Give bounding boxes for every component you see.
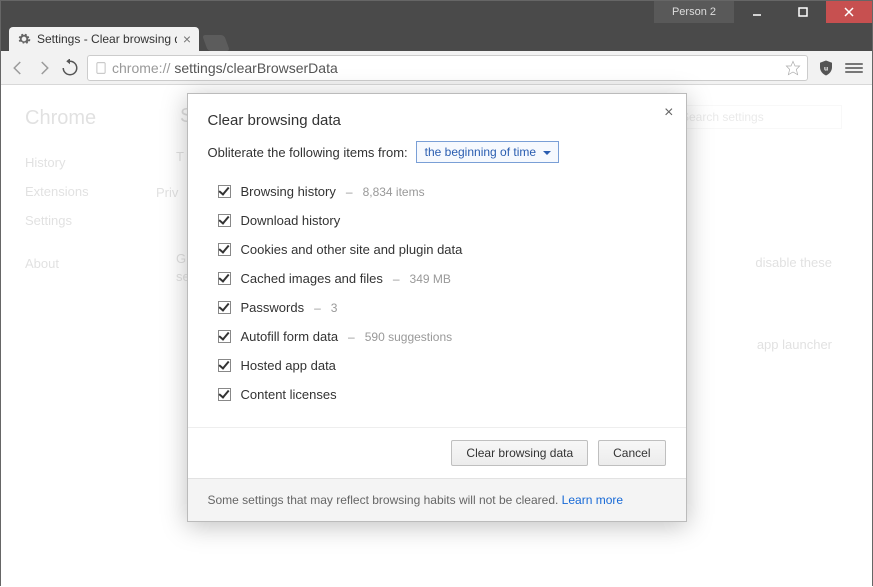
dialog-title: Clear browsing data bbox=[188, 94, 686, 141]
checkbox[interactable] bbox=[218, 301, 231, 314]
clear-data-item: Passwords–3 bbox=[208, 293, 666, 322]
maximize-button[interactable] bbox=[780, 1, 826, 23]
item-label: Cookies and other site and plugin data bbox=[241, 242, 463, 257]
clear-data-item: Autofill form data–590 suggestions bbox=[208, 322, 666, 351]
item-label: Content licenses bbox=[241, 387, 337, 402]
window-titlebar: Person 2 bbox=[1, 1, 872, 23]
svg-text:u: u bbox=[824, 65, 828, 72]
new-tab-button[interactable] bbox=[202, 35, 230, 51]
page-icon bbox=[94, 61, 108, 75]
bookmark-star-icon[interactable] bbox=[785, 60, 801, 76]
checkbox[interactable] bbox=[218, 243, 231, 256]
learn-more-link[interactable]: Learn more bbox=[562, 493, 623, 507]
profile-label: Person 2 bbox=[672, 6, 716, 18]
window-close-button[interactable] bbox=[826, 1, 872, 23]
address-bar[interactable]: chrome://settings/clearBrowserData bbox=[87, 55, 808, 81]
checkbox[interactable] bbox=[218, 272, 231, 285]
checkbox[interactable] bbox=[218, 330, 231, 343]
item-meta: 8,834 items bbox=[363, 185, 425, 199]
checkbox[interactable] bbox=[218, 185, 231, 198]
hamburger-icon bbox=[845, 61, 863, 75]
minimize-button[interactable] bbox=[734, 1, 780, 23]
item-meta: 349 MB bbox=[410, 272, 451, 286]
clear-data-item: Hosted app data bbox=[208, 351, 666, 380]
clear-browsing-data-dialog: × Clear browsing data Obliterate the fol… bbox=[187, 93, 687, 522]
tab-close-icon[interactable]: × bbox=[183, 32, 191, 46]
forward-button[interactable] bbox=[35, 59, 53, 77]
browser-toolbar: chrome://settings/clearBrowserData u bbox=[1, 51, 872, 85]
item-label: Hosted app data bbox=[241, 358, 336, 373]
clear-data-item: Content licenses bbox=[208, 380, 666, 409]
clear-browsing-data-button[interactable]: Clear browsing data bbox=[451, 440, 588, 466]
back-button[interactable] bbox=[9, 59, 27, 77]
checkbox[interactable] bbox=[218, 388, 231, 401]
dialog-prompt: Obliterate the following items from: bbox=[208, 145, 408, 160]
cancel-button[interactable]: Cancel bbox=[598, 440, 665, 466]
item-label: Autofill form data bbox=[241, 329, 339, 344]
profile-button[interactable]: Person 2 bbox=[654, 1, 734, 23]
item-meta: 590 suggestions bbox=[365, 330, 452, 344]
menu-button[interactable] bbox=[844, 58, 864, 78]
clear-data-item: Browsing history–8,834 items bbox=[208, 177, 666, 206]
gear-icon bbox=[17, 32, 31, 46]
tab-strip: Settings - Clear browsing d × bbox=[1, 23, 872, 51]
url-path: settings/clearBrowserData bbox=[174, 60, 337, 76]
clear-data-item: Cookies and other site and plugin data bbox=[208, 235, 666, 264]
tab-title: Settings - Clear browsing d bbox=[37, 32, 177, 46]
clear-data-item: Cached images and files–349 MB bbox=[208, 264, 666, 293]
item-meta: 3 bbox=[331, 301, 338, 315]
checkbox[interactable] bbox=[218, 214, 231, 227]
url-protocol: chrome:// bbox=[112, 60, 170, 76]
item-label: Passwords bbox=[241, 300, 305, 315]
browser-tab[interactable]: Settings - Clear browsing d × bbox=[9, 27, 199, 51]
reload-button[interactable] bbox=[61, 59, 79, 77]
footer-text: Some settings that may reflect browsing … bbox=[208, 493, 562, 507]
modal-overlay: × Clear browsing data Obliterate the fol… bbox=[1, 85, 872, 587]
dialog-footer: Some settings that may reflect browsing … bbox=[188, 478, 686, 521]
item-label: Download history bbox=[241, 213, 341, 228]
item-label: Cached images and files bbox=[241, 271, 383, 286]
clear-data-item: Download history bbox=[208, 206, 666, 235]
item-label: Browsing history bbox=[241, 184, 336, 199]
ublock-icon[interactable]: u bbox=[816, 58, 836, 78]
checkbox[interactable] bbox=[218, 359, 231, 372]
time-range-select[interactable]: the beginning of time bbox=[416, 141, 559, 163]
dialog-close-icon[interactable]: × bbox=[664, 104, 673, 122]
